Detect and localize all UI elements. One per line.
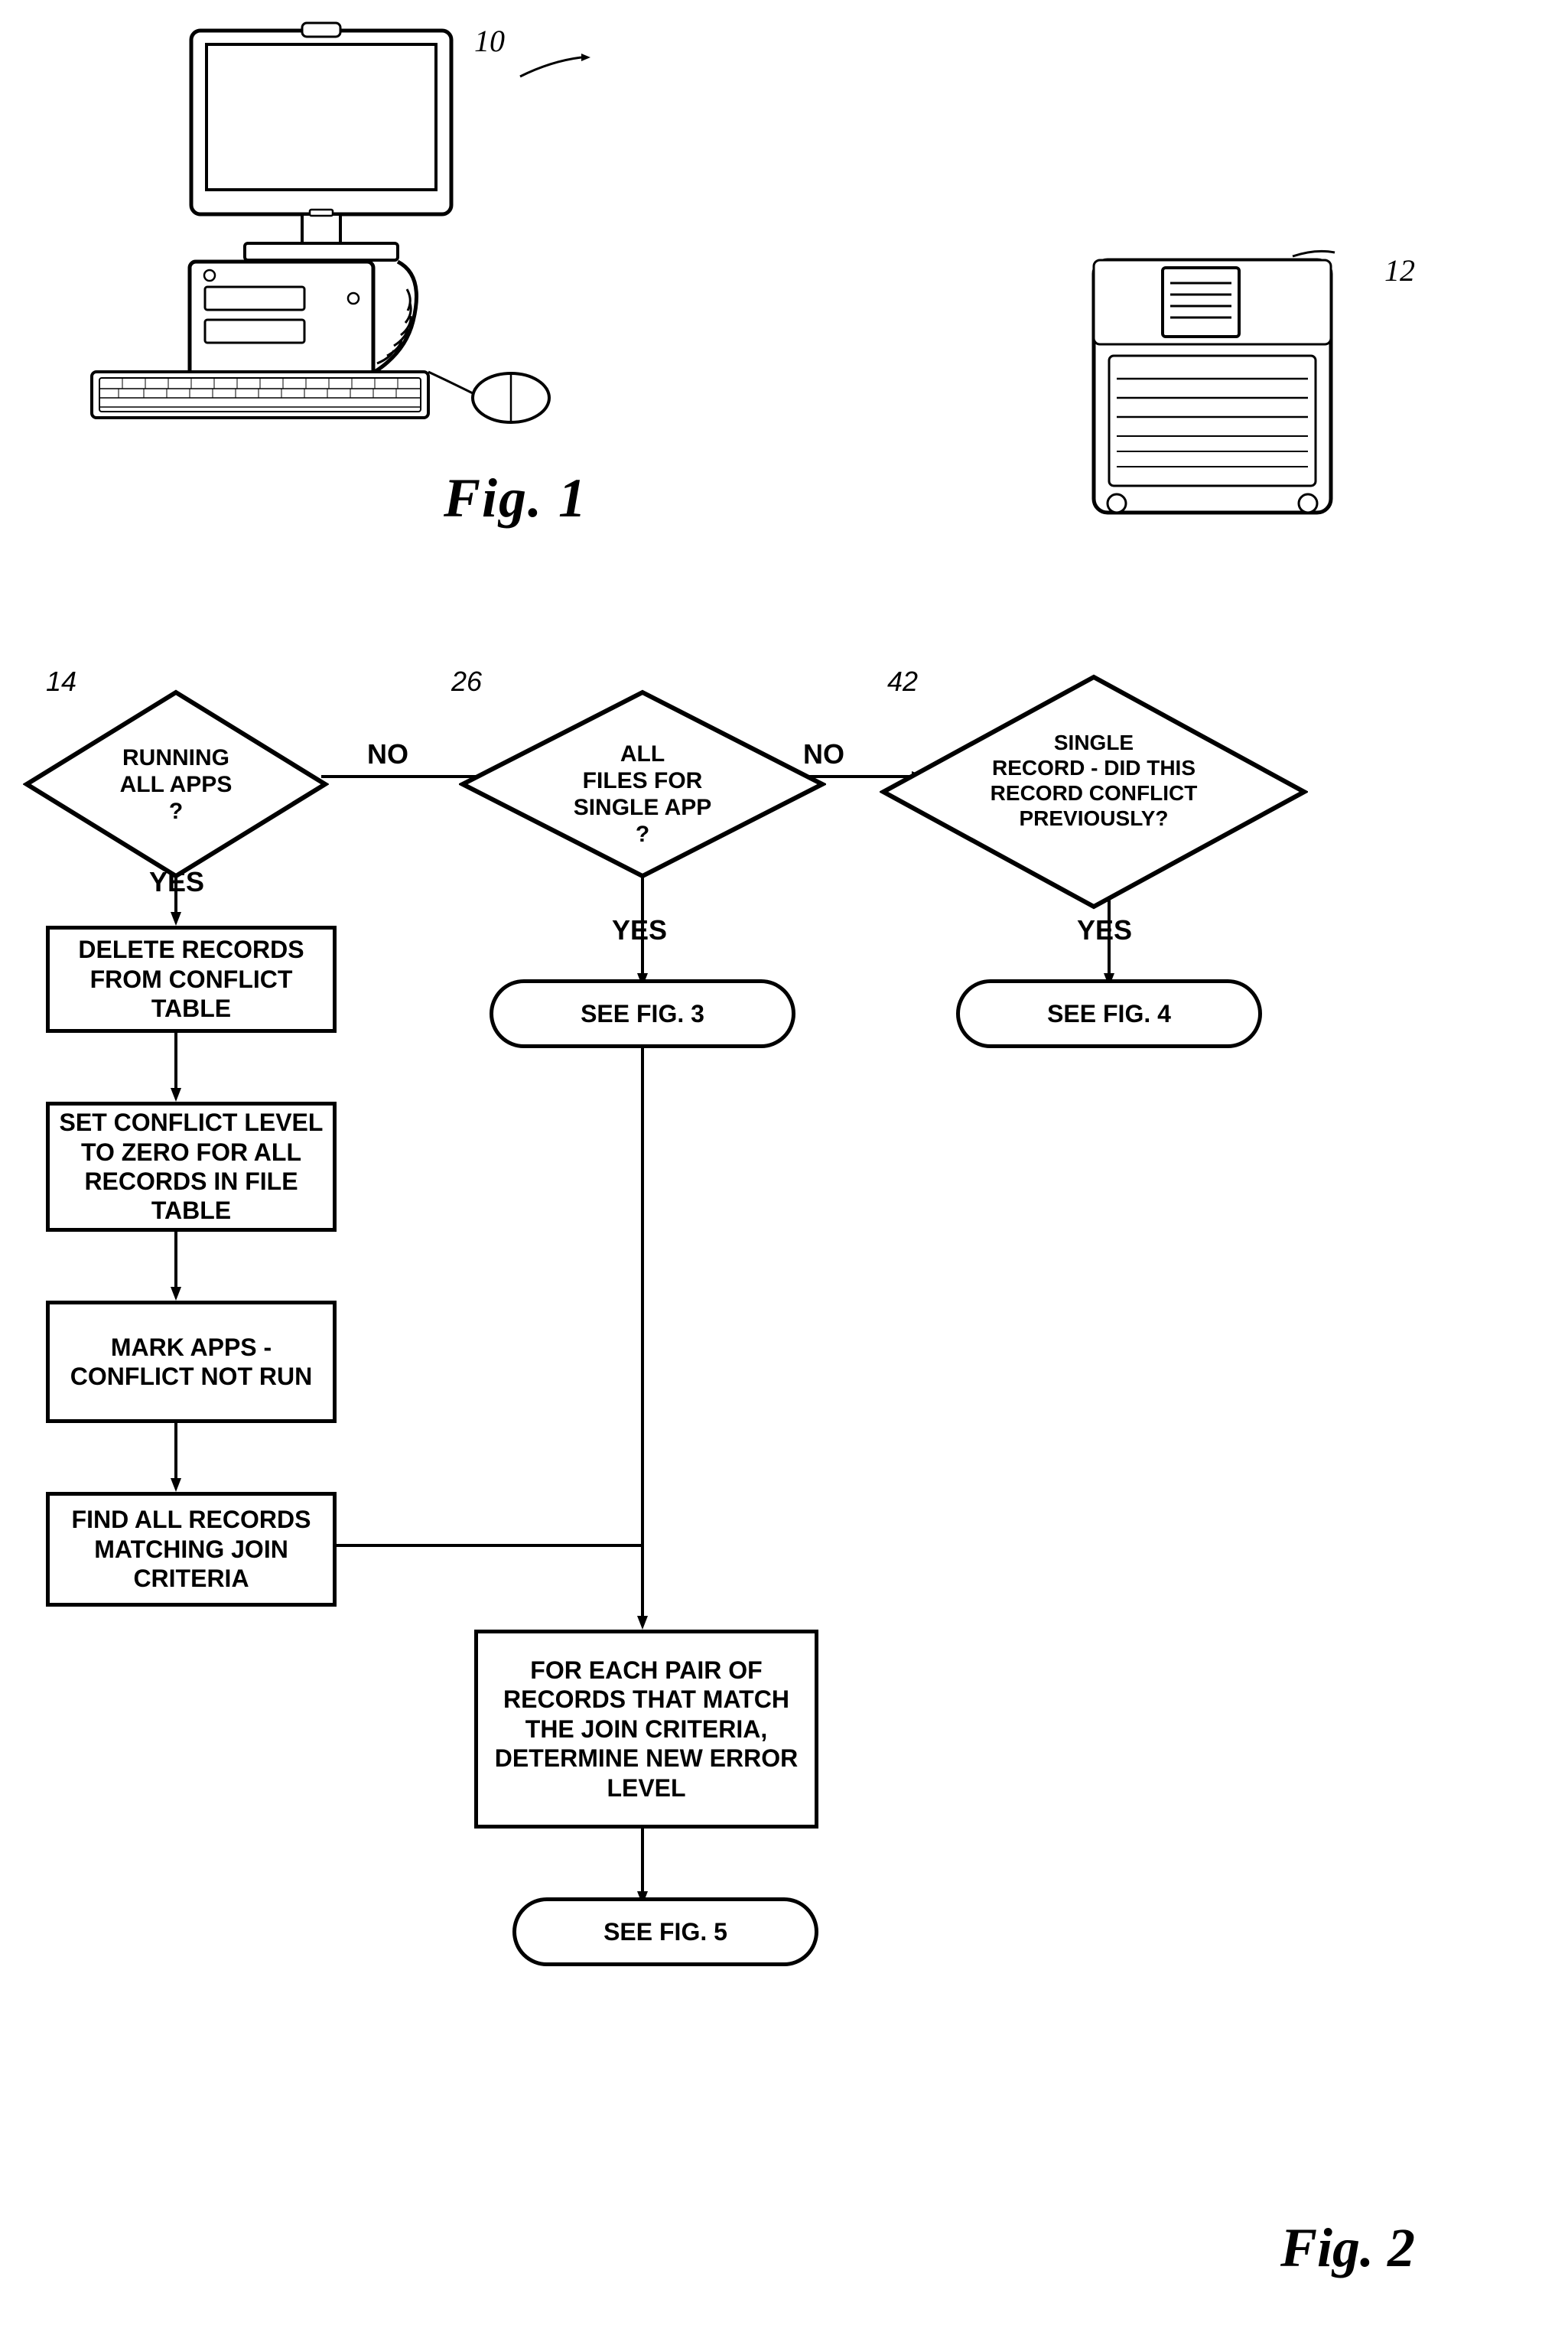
rect-mark-apps: MARK APPS - CONFLICT NOT RUN [46, 1301, 337, 1423]
svg-text:PREVIOUSLY?: PREVIOUSLY? [1019, 806, 1168, 830]
svg-text:SINGLE: SINGLE [1054, 731, 1134, 754]
svg-text:ALL APPS: ALL APPS [120, 772, 233, 797]
diamond-all-files-single-app: ALL FILES FOR SINGLE APP ? [459, 689, 826, 880]
svg-text:ALL: ALL [620, 741, 665, 767]
svg-text:NO: NO [367, 738, 408, 770]
svg-text:RECORD CONFLICT: RECORD CONFLICT [991, 781, 1198, 805]
svg-text:?: ? [636, 822, 649, 847]
svg-text:RECORD - DID THIS: RECORD - DID THIS [992, 756, 1196, 780]
fig1-section: 10 [0, 0, 1568, 597]
fig2-caption: Fig. 2 [1280, 2216, 1415, 2280]
stadium-see-fig5: SEE FIG. 5 [512, 1897, 818, 1966]
rect-for-each-pair: FOR EACH PAIR OF RECORDS THAT MATCH THE … [474, 1630, 818, 1829]
computer-illustration [76, 15, 597, 428]
svg-text:FILES FOR: FILES FOR [583, 768, 703, 793]
rect-set-conflict-level: SET CONFLICT LEVEL TO ZERO FOR ALL RECOR… [46, 1102, 337, 1232]
rect-find-all-records: FIND ALL RECORDS MATCHING JOIN CRITERIA [46, 1492, 337, 1607]
svg-text:RUNNING: RUNNING [122, 745, 229, 770]
floppy-label: 12 [1384, 252, 1415, 288]
diamond-running-all-apps: RUNNING ALL APPS ? [23, 689, 329, 880]
rect-delete-records: DELETE RECORDS FROM CONFLICT TABLE [46, 926, 337, 1033]
diamond-single-record: SINGLE RECORD - DID THIS RECORD CONFLICT… [880, 673, 1308, 910]
stadium-see-fig4: SEE FIG. 4 [956, 979, 1262, 1048]
fig1-caption: Fig. 1 [444, 467, 587, 530]
page: 10 [0, 0, 1568, 2348]
stadium-see-fig3: SEE FIG. 3 [490, 979, 795, 1048]
svg-text:SINGLE APP: SINGLE APP [574, 795, 712, 820]
svg-text:YES: YES [612, 914, 667, 946]
floppy-illustration [1078, 245, 1354, 528]
svg-text:?: ? [169, 799, 183, 824]
flowchart-section: YES NO NO YES YES [0, 627, 1568, 2311]
svg-text:YES: YES [1077, 914, 1132, 946]
